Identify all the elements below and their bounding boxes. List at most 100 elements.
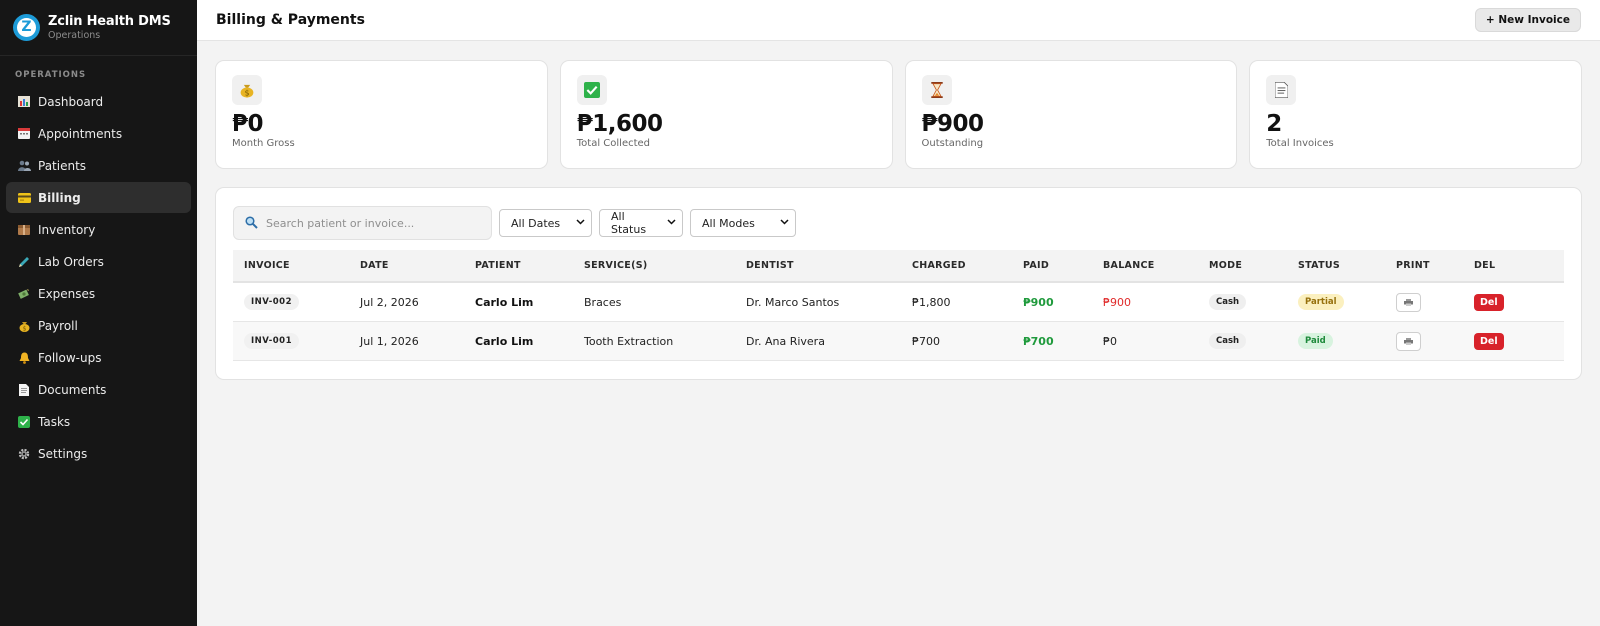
sidebar-item-label: Dashboard [38,94,104,109]
column-header-del: DEL [1474,260,1496,271]
sidebar-item-appointments[interactable]: Appointments [6,118,191,149]
sidebar-item-documents[interactable]: Documents [6,374,191,405]
delete-button[interactable]: Del [1474,332,1504,350]
svg-text:$: $ [22,325,26,332]
status-badge: Paid [1298,333,1333,349]
sidebar-item-settings[interactable]: Settings [6,438,191,469]
filters-bar: All Dates All Status All Modes [233,206,796,240]
print-button[interactable] [1396,292,1421,312]
document-icon [1266,75,1297,105]
column-header-patient[interactable]: PATIENT [475,250,521,281]
stat-label: Total Collected [576,138,651,149]
invoices-panel: All Dates All Status All Modes INVOICE D… [215,187,1582,380]
service-name: Braces [584,295,622,309]
balance-amount: ₱0 [1103,334,1117,348]
patient-name: Carlo Lim [475,334,534,348]
stat-value: ₱1,600 [576,111,663,137]
sidebar-item-label: Patients [38,158,87,173]
bell-icon [17,352,31,364]
column-header-status[interactable]: STATUS [1298,250,1340,281]
brand[interactable]: Z Zclin Health DMS Operations [0,0,197,56]
sidebar-item-dashboard[interactable]: Dashboard [6,86,191,117]
money-bag-icon: $ [17,320,31,332]
sidebar-item-label: Billing [38,190,81,205]
sidebar-item-label: Lab Orders [38,254,104,269]
column-header-dentist[interactable]: DENTIST [746,250,794,281]
stat-card-month-gross: $ ₱0 Month Gross [215,60,548,169]
svg-text:$: $ [245,88,250,97]
search-icon [245,214,258,233]
stat-value: 2 [1266,111,1282,137]
delete-button[interactable]: Del [1474,293,1504,311]
modes-filter-select[interactable]: All Modes [690,209,796,237]
table-header: INVOICE DATE PATIENT SERVICE(S) DENTIST … [233,250,1564,283]
sidebar-item-label: Expenses [38,286,96,301]
paid-amount: ₱700 [1023,334,1054,348]
stat-card-total-invoices: 2 Total Invoices [1249,60,1582,169]
pen-icon [17,256,31,268]
stat-value: ₱900 [921,111,985,137]
column-header-services[interactable]: SERVICE(S) [584,250,648,281]
dates-filter-select[interactable]: All Dates [499,209,592,237]
payment-mode-badge: Cash [1209,294,1247,310]
charged-amount: ₱1,800 [912,295,951,309]
gear-icon [17,448,31,460]
sidebar-item-lab-orders[interactable]: Lab Orders [6,246,191,277]
table-row[interactable]: INV-001 Jul 1, 2026 Carlo Lim Tooth Extr… [233,322,1564,361]
brand-subtitle: Operations [48,30,101,41]
sidebar-item-billing[interactable]: Billing [6,182,191,213]
sidebar-item-label: Documents [38,382,107,397]
dentist-name: Dr. Ana Rivera [746,334,825,348]
sidebar-item-tasks[interactable]: Tasks [6,406,191,437]
sidebar-item-payroll[interactable]: $ Payroll [6,310,191,341]
table-row[interactable]: INV-002 Jul 2, 2026 Carlo Lim Braces Dr.… [233,283,1564,322]
checkbox-icon [17,415,31,428]
column-header-paid[interactable]: PAID [1023,250,1049,281]
brand-title: Zclin Health DMS [48,14,171,29]
stat-label: Total Invoices [1266,138,1334,149]
column-header-mode[interactable]: MODE [1209,250,1242,281]
column-header-invoice[interactable]: INVOICE [244,250,290,281]
hourglass-icon [921,75,952,105]
chevron-down-icon [576,218,585,228]
people-icon [17,160,31,172]
print-button[interactable] [1396,331,1421,351]
sidebar-item-label: Follow-ups [38,350,102,365]
new-invoice-button[interactable]: + New Invoice [1474,8,1581,32]
search-input[interactable] [266,216,476,230]
sidebar-item-label: Payroll [38,318,78,333]
sidebar-item-inventory[interactable]: Inventory [6,214,191,245]
search-box[interactable] [233,206,492,240]
stat-label: Month Gross [232,138,295,149]
sidebar: Z Zclin Health DMS Operations OPERATIONS… [0,0,197,626]
money-icon [17,288,31,300]
sidebar-item-label: Tasks [38,414,71,429]
sidebar-item-label: Appointments [38,126,123,141]
box-icon [17,224,31,236]
stat-label: Outstanding [921,138,984,149]
status-badge: Partial [1298,294,1344,310]
sidebar-item-label: Settings [38,446,88,461]
stat-value: ₱0 [232,111,264,137]
page-title: Billing & Payments [216,12,365,28]
printer-icon [1404,296,1413,309]
printer-icon [1404,335,1413,348]
charged-amount: ₱700 [912,334,940,348]
brand-logo-icon: Z [13,14,40,41]
column-header-date[interactable]: DATE [360,250,389,281]
sidebar-item-patients[interactable]: Patients [6,150,191,181]
bar-chart-icon [17,96,31,108]
stats-cards: $ ₱0 Month Gross ₱1,600 Total Collected … [215,60,1582,169]
calendar-icon [17,128,31,140]
invoice-date: Jul 2, 2026 [360,295,419,309]
money-bag-icon: $ [232,75,262,105]
sidebar-item-follow-ups[interactable]: Follow-ups [6,342,191,373]
column-header-balance[interactable]: BALANCE [1103,250,1155,281]
paid-amount: ₱900 [1023,295,1054,309]
column-header-charged[interactable]: CHARGED [912,250,966,281]
status-filter-select[interactable]: All Status [599,209,683,237]
invoice-date: Jul 1, 2026 [360,334,419,348]
sidebar-item-expenses[interactable]: Expenses [6,278,191,309]
invoice-id-badge: INV-002 [244,294,300,310]
payment-mode-badge: Cash [1209,333,1247,349]
